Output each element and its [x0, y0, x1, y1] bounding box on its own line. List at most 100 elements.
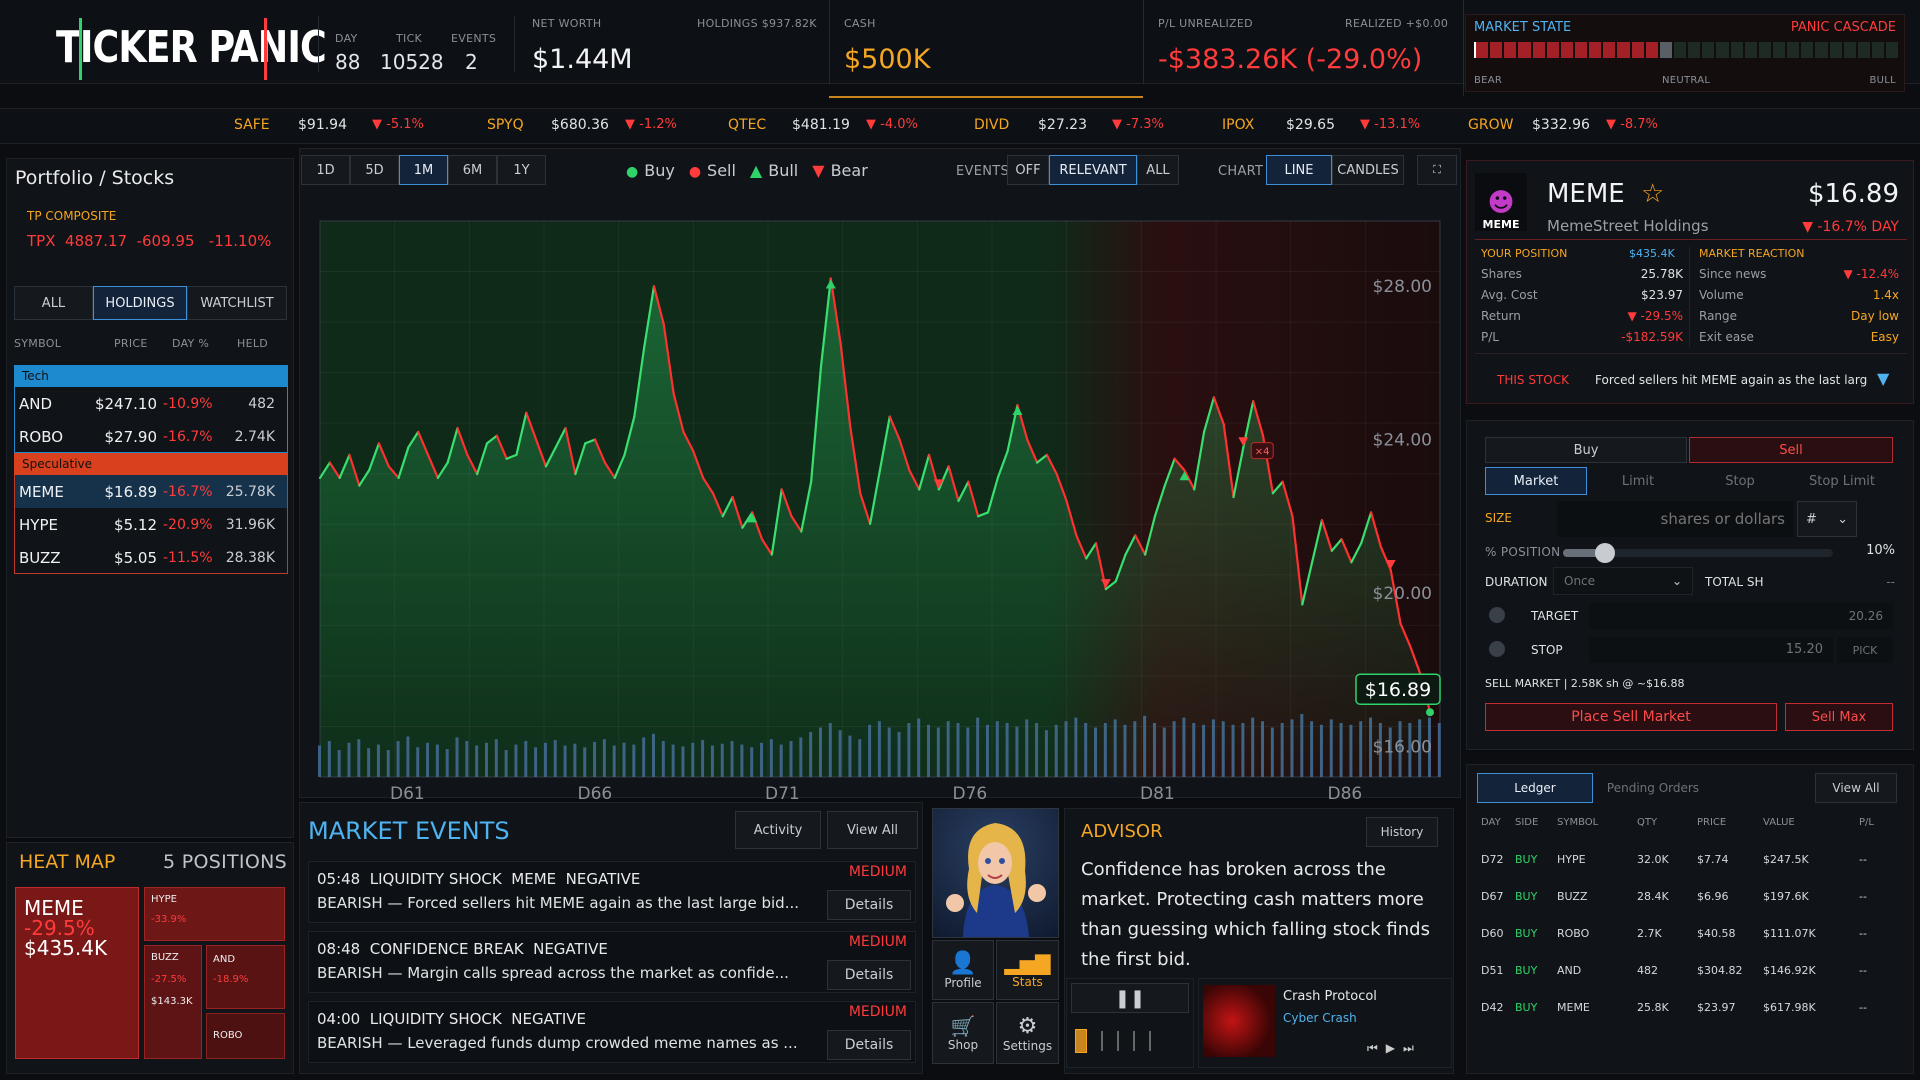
target-input[interactable]: 20.26 [1589, 603, 1893, 629]
ticker-symbol[interactable]: DIVD [974, 117, 1009, 133]
stop-toggle[interactable] [1489, 641, 1505, 657]
holding-row[interactable]: HYPE $5.12 -20.9% 31.96K [15, 508, 287, 541]
tab-holdings[interactable]: HOLDINGS [93, 286, 187, 320]
heat-tile-and[interactable]: AND -18.9% [206, 945, 285, 1009]
ledger-row[interactable]: D67 BUY BUZZ 28.4K $6.96 $197.6K -- [1467, 882, 1913, 912]
stats-button[interactable]: ▂▅▇ Stats [996, 940, 1059, 1000]
event-details-button[interactable]: Details [827, 1030, 911, 1060]
sell-max-button[interactable]: Sell Max [1785, 703, 1893, 731]
holding-row[interactable]: AND $247.10 -10.9% 482 [15, 387, 287, 420]
news-expand-icon[interactable]: ▼ [1877, 369, 1889, 388]
holding-price: $5.05 [114, 549, 157, 567]
ticker-symbol[interactable]: SAFE [234, 117, 270, 133]
group-header[interactable]: Speculative [14, 453, 288, 475]
ledger-cell: $146.92K [1763, 964, 1816, 977]
legend-bull[interactable]: ▲ Bull [750, 161, 798, 180]
activity-button[interactable]: Activity [735, 811, 821, 849]
stop-limit-type-tab[interactable]: Stop Limit [1791, 467, 1893, 495]
event-item[interactable]: 08:48 CONFIDENCE BREAK NEGATIVE MEDIUM BEA… [308, 931, 916, 993]
events-label: EVENTS [451, 32, 497, 45]
range-button-6m[interactable]: 6M [448, 155, 497, 185]
heat-tile-meme[interactable]: MEME -29.5% $435.4K [15, 887, 139, 1059]
portfolio-title: Portfolio / Stocks [15, 167, 175, 189]
ticker-symbol[interactable]: QTEC [728, 117, 766, 133]
heat-tile-buzz[interactable]: BUZZ -27.5% $143.3K [144, 945, 202, 1059]
ledger-row[interactable]: D51 BUY AND 482 $304.82 $146.92K -- [1467, 956, 1913, 986]
ledger-tab[interactable]: Ledger [1477, 773, 1593, 803]
group-header[interactable]: Tech [14, 365, 288, 387]
event-details-button[interactable]: Details [827, 960, 911, 990]
heatmap-panel: HEAT MAP 5 POSITIONS MEME -29.5% $435.4K… [6, 842, 294, 1074]
legend-buy[interactable]: ● Buy [626, 161, 675, 180]
ticker-symbol[interactable]: IPOX [1222, 117, 1254, 133]
pct-slider[interactable] [1563, 543, 1833, 563]
settings-button[interactable]: ⚙ Settings [996, 1002, 1059, 1064]
pct-slider-knob[interactable] [1595, 543, 1616, 563]
heat-tile-hype[interactable]: HYPE -33.9% [144, 887, 285, 941]
ledger-row[interactable]: D72 BUY HYPE 32.0K $7.74 $247.5K -- [1467, 845, 1913, 875]
pause-button[interactable]: ❚❚ [1071, 983, 1189, 1013]
volume-slider[interactable] [1075, 1029, 1185, 1053]
duration-select[interactable]: Once ⌄ [1553, 567, 1693, 595]
limit-type-tab[interactable]: Limit [1587, 467, 1689, 495]
events-relevant-button[interactable]: RELEVANT [1049, 155, 1137, 185]
sell-tab[interactable]: Sell [1689, 437, 1893, 463]
size-input[interactable] [1557, 501, 1793, 537]
ticker-symbol[interactable]: GROW [1468, 117, 1513, 133]
range-button-1y[interactable]: 1Y [497, 155, 546, 185]
holding-row[interactable]: BUZZ $5.05 -11.5% 28.38K [15, 541, 287, 574]
market-state-segment [1673, 42, 1687, 58]
events-off-button[interactable]: OFF [1007, 155, 1049, 185]
position-stat-value: 25.78K [1640, 267, 1683, 281]
position-title: YOUR POSITION [1481, 247, 1568, 260]
range-button-1d[interactable]: 1D [301, 155, 350, 185]
legend-sell[interactable]: ● Sell [689, 161, 736, 180]
price-chart[interactable]: ×4 $28.00 $24.00 $20.00 $16.00 D61 D66 D71 D76 D8… [300, 193, 1462, 799]
tab-all[interactable]: ALL [14, 286, 93, 320]
chart-line-button[interactable]: LINE [1266, 155, 1332, 185]
market-type-tab[interactable]: Market [1485, 467, 1587, 495]
tab-watchlist[interactable]: WATCHLIST [187, 286, 287, 320]
event-item[interactable]: 04:00 LIQUIDITY SHOCK NEGATIVE MEDIUM BEAR… [308, 1001, 916, 1063]
pick-button[interactable]: PICK [1837, 637, 1893, 663]
holding-row[interactable]: MEME $16.89 -16.7% 25.78K [15, 475, 287, 508]
holding-row[interactable]: ROBO $27.90 -16.7% 2.74K [15, 420, 287, 453]
fullscreen-button[interactable]: ⛶ [1417, 155, 1457, 185]
size-unit-select[interactable]: # ⌄ [1797, 501, 1857, 537]
playback-controls[interactable]: ⏮▶⏭ [1367, 1041, 1422, 1056]
ledger-cell: $6.96 [1697, 890, 1729, 903]
range-button-5d[interactable]: 5D [350, 155, 399, 185]
shop-button[interactable]: 🛒 Shop [932, 1002, 994, 1064]
events-all-button[interactable]: ALL [1137, 155, 1179, 185]
heat-tile-buzz-sym: BUZZ [151, 952, 179, 963]
history-button[interactable]: History [1366, 817, 1438, 847]
event-item[interactable]: 05:48 LIQUIDITY SHOCK MEME NEGATIVE MEDIU… [308, 861, 916, 923]
ticker-symbol[interactable]: SPYQ [487, 117, 524, 133]
stop-type-tab[interactable]: Stop [1689, 467, 1791, 495]
top-bar: TICKER PANIC DAY 88 TICK 10528 EVENTS 2 … [0, 0, 1920, 96]
reaction-stat-label: Range [1699, 309, 1738, 323]
ledger-cell: $304.82 [1697, 964, 1743, 977]
market-state-segment [1886, 42, 1899, 58]
market-state-segment [1702, 42, 1715, 58]
heat-tile-robo[interactable]: ROBO [206, 1013, 285, 1059]
pending-orders-tab[interactable]: Pending Orders [1593, 773, 1713, 803]
chart-candles-button[interactable]: CANDLES [1332, 155, 1404, 185]
ledger-view-all-button[interactable]: View All [1815, 773, 1897, 803]
legend-bear[interactable]: ▼ Bear [812, 161, 868, 180]
holding-symbol: MEME [19, 483, 64, 501]
ledger-row[interactable]: D42 BUY MEME 25.8K $23.97 $617.98K -- [1467, 993, 1913, 1023]
target-toggle[interactable] [1489, 607, 1505, 623]
range-button-1m[interactable]: 1M [399, 155, 448, 185]
place-sell-button[interactable]: Place Sell Market [1485, 703, 1777, 731]
advisor-text: Confidence has broken across the market.… [1081, 859, 1430, 970]
market-state-segment [1560, 42, 1573, 58]
event-headline: 04:00 LIQUIDITY SHOCK NEGATIVE [317, 1010, 587, 1028]
ledger-row[interactable]: D60 BUY ROBO 2.7K $40.58 $111.07K -- [1467, 919, 1913, 949]
stop-input[interactable]: 15.20 [1589, 637, 1833, 663]
events-view-all-button[interactable]: View All [827, 811, 918, 849]
event-details-button[interactable]: Details [827, 890, 911, 920]
buy-tab[interactable]: Buy [1485, 437, 1687, 463]
star-icon[interactable]: ☆ [1641, 179, 1664, 209]
profile-button[interactable]: 👤 Profile [932, 940, 994, 1000]
